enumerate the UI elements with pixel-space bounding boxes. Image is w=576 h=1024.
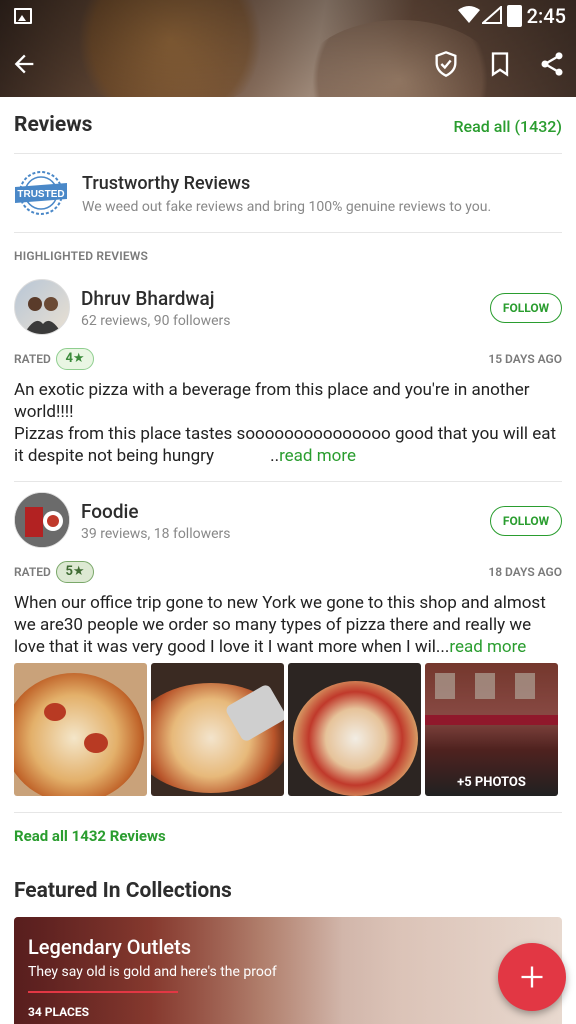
- review-text-line: Pizzas from this place tastes sooooooooo…: [14, 423, 562, 467]
- status-bar: 2:45: [0, 0, 576, 30]
- avatar-photo: [15, 493, 69, 547]
- review-photo[interactable]: [288, 663, 421, 796]
- image-notification-icon: [14, 8, 32, 24]
- trusted-badge-icon: TRUSTED: [15, 171, 67, 215]
- highlighted-reviews-caption: HIGHLIGHTED REVIEWS: [14, 249, 149, 263]
- more-photos-label: +5 PHOTOS: [457, 775, 526, 790]
- signal-icon: [482, 6, 502, 24]
- reviews-title: Reviews: [14, 113, 93, 137]
- review-age: 18 DAYS AGO: [488, 565, 562, 579]
- trust-subtitle: We weed out fake reviews and bring 100% …: [82, 199, 492, 215]
- read-all-reviews-link[interactable]: Read all 1432 Reviews: [14, 827, 166, 845]
- avatar[interactable]: [14, 279, 70, 335]
- trust-title: Trustworthy Reviews: [82, 173, 251, 194]
- collection-subtitle: They say old is gold and here's the proo…: [28, 964, 277, 980]
- follow-button[interactable]: FOLLOW: [490, 506, 562, 536]
- read-more-link[interactable]: read more: [449, 637, 526, 657]
- rated-label: RATED: [14, 565, 51, 579]
- rating-badge: 5★: [56, 561, 94, 583]
- reviewer-name[interactable]: Foodie: [81, 500, 139, 523]
- divider: [14, 481, 562, 482]
- review-age: 15 DAYS AGO: [488, 352, 562, 366]
- ellipsis: ..: [270, 446, 280, 466]
- share-icon[interactable]: [538, 50, 566, 78]
- avatar-photo: [24, 297, 62, 334]
- add-fab-button[interactable]: [498, 943, 566, 1011]
- reviewer-meta: 39 reviews, 18 followers: [81, 526, 231, 542]
- collection-count: 34 PLACES: [28, 1005, 90, 1019]
- top-toolbar: [0, 40, 576, 88]
- reviewer-meta: 62 reviews, 90 followers: [81, 313, 231, 329]
- reviewer-name[interactable]: Dhruv Bhardwaj: [81, 287, 215, 310]
- read-all-link[interactable]: Read all (1432): [453, 117, 562, 136]
- battery-icon: [507, 5, 522, 27]
- review-photo[interactable]: +5 PHOTOS: [425, 663, 558, 796]
- review-text[interactable]: When our office trip gone to new York we…: [14, 592, 562, 658]
- collection-accent-line: [28, 991, 178, 993]
- avatar[interactable]: [14, 492, 70, 548]
- divider: [14, 153, 562, 154]
- collection-card[interactable]: Legendary Outlets They say old is gold a…: [14, 917, 562, 1024]
- featured-collections-title: Featured In Collections: [14, 879, 232, 903]
- review-photo[interactable]: [151, 663, 284, 796]
- trusted-badge-text: TRUSTED: [17, 189, 64, 200]
- review-photo[interactable]: [14, 663, 147, 796]
- been-here-check-icon[interactable]: [432, 50, 460, 78]
- back-arrow-icon[interactable]: [10, 50, 38, 78]
- read-more-link[interactable]: read more: [279, 446, 356, 466]
- follow-button[interactable]: FOLLOW: [490, 293, 562, 323]
- collection-title: Legendary Outlets: [28, 935, 192, 959]
- wifi-icon: [458, 6, 480, 23]
- rated-label: RATED: [14, 352, 51, 366]
- divider: [14, 232, 562, 233]
- review-text[interactable]: An exotic pizza with a beverage from thi…: [14, 379, 562, 467]
- clock: 2:45: [526, 4, 566, 28]
- bookmark-icon[interactable]: [486, 50, 514, 78]
- rating-badge: 4★: [56, 348, 94, 370]
- review-text-line: An exotic pizza with a beverage from thi…: [14, 380, 530, 422]
- divider: [14, 812, 562, 813]
- plus-icon: [521, 966, 543, 988]
